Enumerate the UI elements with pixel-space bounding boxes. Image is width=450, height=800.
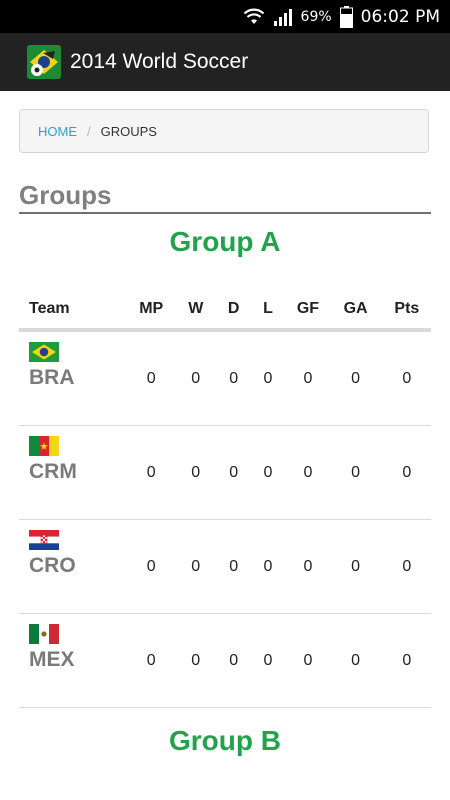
app-bar: 2014 World Soccer	[0, 33, 450, 91]
stat-gf: 0	[287, 613, 329, 708]
stat-pts: 0	[382, 330, 431, 426]
team-cell: BRA	[19, 330, 130, 426]
stat-ga: 0	[328, 519, 383, 614]
signal-icon	[273, 8, 293, 26]
table-row[interactable]: BRA 0 0 0 0 0 0 0	[19, 330, 431, 426]
breadcrumb-current: GROUPS	[100, 123, 157, 139]
battery-percent: 69%	[300, 8, 332, 25]
stat-w: 0	[172, 613, 219, 708]
clock: 06:02 PM	[360, 6, 440, 27]
column-header-ga: GA	[328, 290, 383, 332]
mexico-flag-icon	[29, 624, 59, 644]
stat-w: 0	[172, 425, 219, 520]
breadcrumb-home-link[interactable]: HOME	[38, 124, 77, 139]
stat-gf: 0	[287, 519, 329, 614]
team-cell: CRO	[19, 519, 130, 614]
stat-ga: 0	[328, 613, 383, 708]
stat-l: 0	[248, 425, 288, 520]
stat-d: 0	[218, 330, 249, 426]
stat-l: 0	[248, 330, 288, 426]
stat-d: 0	[218, 519, 249, 614]
stat-pts: 0	[382, 425, 431, 520]
wifi-icon	[243, 8, 265, 26]
team-code: BRA	[29, 366, 75, 389]
group-a-standings-table: Team MP W D L GF GA Pts BRA 0 0 0 0 0 0 …	[19, 290, 431, 708]
stat-pts: 0	[382, 519, 431, 614]
table-row[interactable]: CRM 0 0 0 0 0 0 0	[19, 425, 431, 520]
column-header-d: D	[218, 290, 249, 332]
cameroon-flag-icon	[29, 436, 59, 456]
column-header-w: W	[172, 290, 219, 332]
stat-pts: 0	[382, 613, 431, 708]
stat-gf: 0	[287, 425, 329, 520]
group-b-title: Group B	[169, 725, 281, 756]
group-a-title: Group A	[169, 226, 281, 257]
stat-l: 0	[248, 519, 288, 614]
breadcrumb: HOME / GROUPS	[19, 109, 429, 153]
team-code: MEX	[29, 648, 75, 671]
brazil-flag-icon	[29, 342, 59, 362]
stat-mp: 0	[129, 613, 173, 708]
stat-ga: 0	[328, 425, 383, 520]
column-header-team: Team	[19, 290, 130, 332]
team-code: CRO	[29, 554, 76, 577]
table-row[interactable]: CRO 0 0 0 0 0 0 0	[19, 519, 431, 614]
team-cell: CRM	[19, 425, 130, 520]
stat-d: 0	[218, 425, 249, 520]
app-title: 2014 World Soccer	[70, 50, 249, 73]
column-header-pts: Pts	[382, 290, 431, 332]
table-row[interactable]: MEX 0 0 0 0 0 0 0	[19, 613, 431, 708]
page-title: Groups	[19, 180, 431, 214]
stat-mp: 0	[129, 425, 173, 520]
team-code: CRM	[29, 460, 77, 483]
croatia-flag-icon	[29, 530, 59, 550]
stat-ga: 0	[328, 330, 383, 426]
battery-icon	[339, 5, 353, 28]
column-header-l: L	[248, 290, 288, 332]
stat-l: 0	[248, 613, 288, 708]
column-header-gf: GF	[287, 290, 329, 332]
stat-w: 0	[172, 519, 219, 614]
table-header-row: Team MP W D L GF GA Pts	[19, 290, 431, 332]
stat-w: 0	[172, 330, 219, 426]
stat-d: 0	[218, 613, 249, 708]
app-logo-icon[interactable]	[27, 45, 61, 79]
stat-mp: 0	[129, 519, 173, 614]
status-bar: 69% 06:02 PM	[0, 0, 450, 33]
column-header-mp: MP	[129, 290, 173, 332]
stat-mp: 0	[129, 330, 173, 426]
team-cell: MEX	[19, 613, 130, 708]
stat-gf: 0	[287, 330, 329, 426]
breadcrumb-separator: /	[87, 123, 91, 139]
